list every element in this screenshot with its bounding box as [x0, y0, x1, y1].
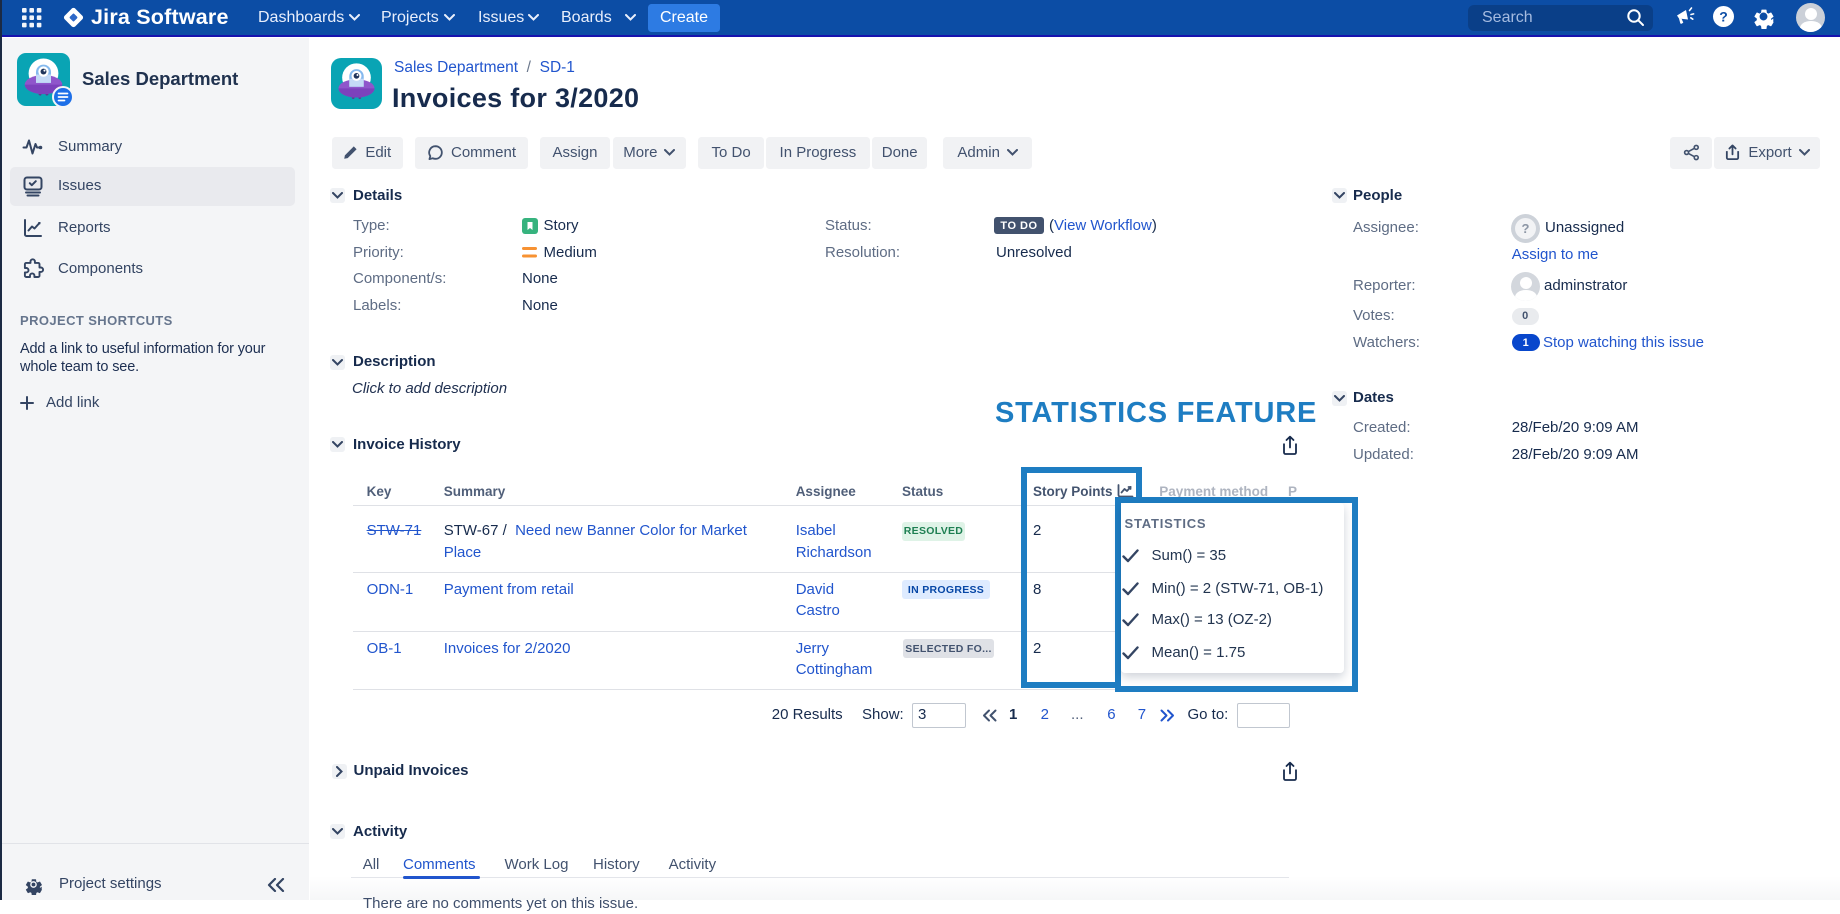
- svg-text:?: ?: [1719, 9, 1728, 25]
